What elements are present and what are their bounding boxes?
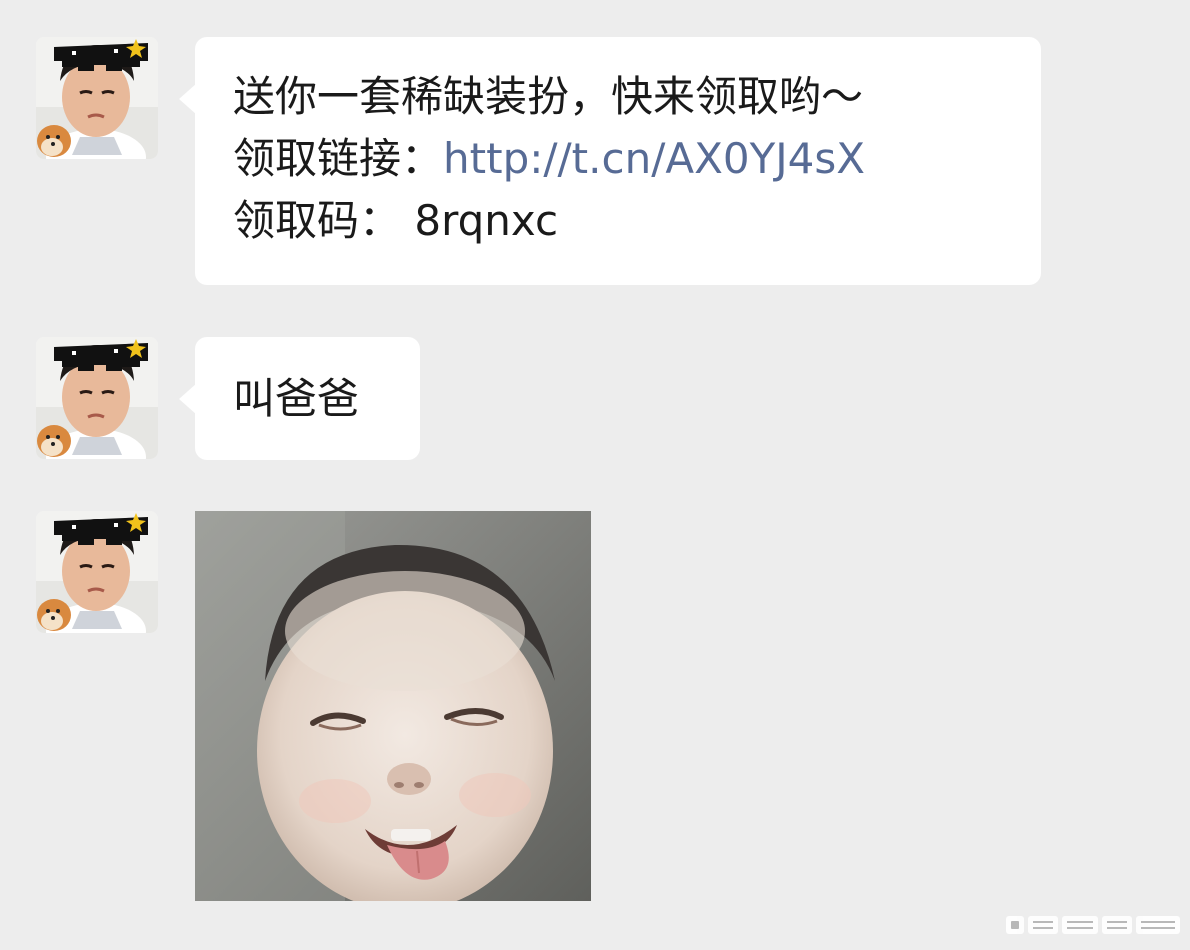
message-text-line: 送你一套稀缺装扮，快来领取哟～ bbox=[233, 72, 864, 121]
message-text-line: 领取码： 8rqnxc bbox=[233, 196, 559, 245]
sender-avatar[interactable] bbox=[36, 337, 158, 459]
weibo-watermark-icon bbox=[1006, 912, 1182, 938]
image-message[interactable] bbox=[195, 511, 591, 901]
boy-with-pixel-sunglasses-avatar-icon bbox=[36, 337, 158, 459]
link-label: 领取链接： bbox=[233, 134, 444, 183]
message-text-line: 叫爸爸 bbox=[233, 374, 360, 423]
chat-conversation: 送你一套稀缺装扮，快来领取哟～ 领取链接：http://t.cn/AX0YJ4s… bbox=[0, 0, 1190, 950]
message-bubble[interactable]: 叫爸爸 bbox=[179, 337, 420, 460]
smiling-baby-sticker-image bbox=[195, 511, 591, 901]
claim-link[interactable]: http://t.cn/AX0YJ4sX bbox=[443, 134, 865, 183]
sender-avatar[interactable] bbox=[36, 511, 158, 633]
message-bubble[interactable]: 送你一套稀缺装扮，快来领取哟～ 领取链接：http://t.cn/AX0YJ4s… bbox=[179, 37, 1041, 285]
sender-avatar[interactable] bbox=[36, 37, 158, 159]
boy-with-pixel-sunglasses-avatar-icon bbox=[36, 37, 158, 159]
message-text-line: 领取链接：http://t.cn/AX0YJ4sX bbox=[233, 128, 1003, 190]
boy-with-pixel-sunglasses-avatar-icon bbox=[36, 511, 158, 633]
